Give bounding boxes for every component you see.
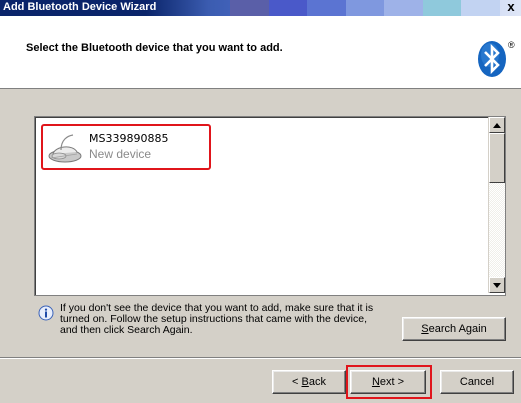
page-title: Select the Bluetooth device that you wan… [26,42,283,54]
registered-mark: ® [508,40,515,50]
window-title: Add Bluetooth Device Wizard [3,1,157,13]
title-bar: Add Bluetooth Device Wizard x [0,0,521,16]
bluetooth-logo-icon: ® [478,40,515,77]
back-button[interactable]: < Back [272,370,346,394]
search-again-label: earch Again [428,323,487,335]
next-highlight-box [346,365,432,399]
arrow-down-icon [493,283,501,288]
back-mnemonic: B [301,376,309,388]
scroll-thumb[interactable] [489,133,505,183]
cancel-button[interactable]: Cancel [440,370,514,394]
vertical-scrollbar[interactable] [488,117,505,293]
device-status: New device [89,147,152,161]
list-item-device[interactable]: MS339890885 New device [41,124,211,170]
back-prefix: < [292,376,302,388]
mouse-device-icon [48,134,82,163]
search-again-button[interactable]: Search Again [402,317,506,341]
wizard-header: Select the Bluetooth device that you wan… [0,16,521,89]
arrow-up-icon [493,123,501,128]
back-label: ack [308,376,326,388]
device-name: MS339890885 [89,132,169,145]
close-button[interactable]: x [504,0,518,14]
info-icon [38,305,54,321]
info-line-3: and then click Search Again. [60,324,193,336]
scroll-up-button[interactable] [489,117,505,133]
info-message: If you don't see the device that you wan… [60,303,390,336]
title-bar-gradient [230,0,501,16]
search-again-mnemonic: S [421,323,429,335]
scroll-down-button[interactable] [489,277,505,293]
device-list[interactable]: MS339890885 New device [34,116,506,296]
button-separator [0,357,521,359]
